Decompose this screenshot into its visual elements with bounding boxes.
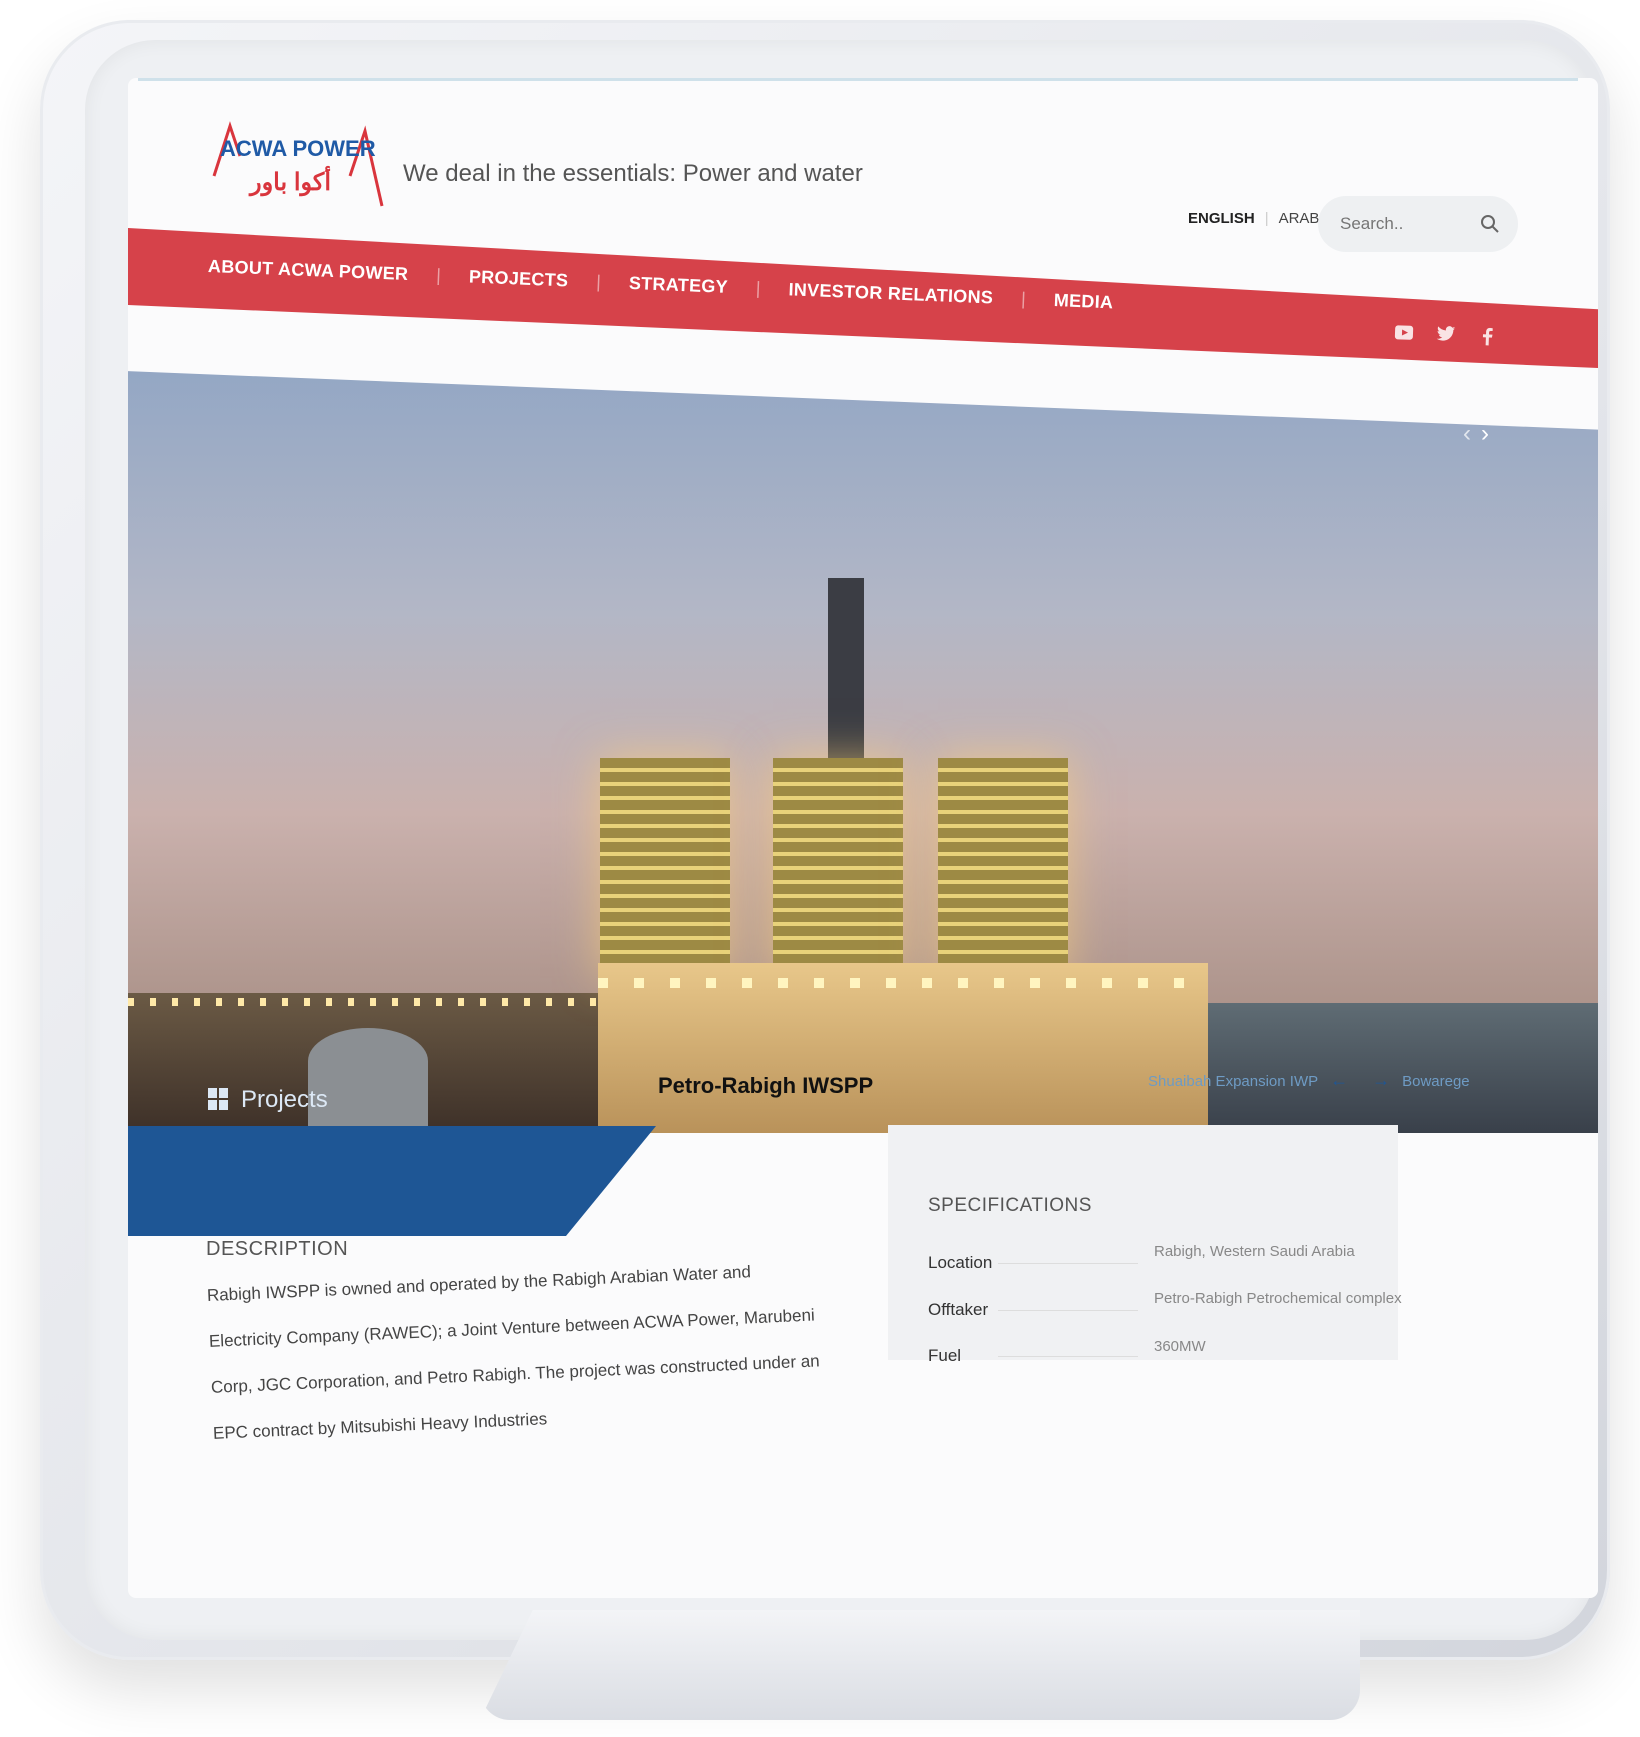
hero-industrial-right <box>1208 1003 1598 1133</box>
project-pager: Shuaibah Expansion IWP ← → Bowarege <box>1148 1070 1470 1091</box>
search-box <box>1318 196 1518 252</box>
spec-divider <box>998 1356 1138 1357</box>
nav-divider: | <box>435 265 442 286</box>
youtube-icon[interactable] <box>1394 322 1415 343</box>
nav-divider: | <box>755 278 762 299</box>
spec-label: Location <box>928 1253 993 1272</box>
hero-plant-lights <box>598 978 1208 988</box>
hero-storage-tank <box>308 1028 428 1138</box>
arrow-left-icon[interactable]: ← <box>1330 1070 1348 1090</box>
spec-value: 360MW <box>1154 1338 1206 1355</box>
next-project-link[interactable]: Bowarege <box>1402 1073 1470 1090</box>
twitter-icon[interactable] <box>1436 324 1457 345</box>
hero-power-block <box>938 758 1068 978</box>
nav-divider: | <box>595 271 602 292</box>
language-switcher: ENGLISH | ARABIC <box>1188 210 1334 227</box>
projects-label[interactable]: Projects <box>241 1086 328 1114</box>
logo-arabic-text: أكوا باور <box>250 169 331 196</box>
tagline: We deal in the essentials: Power and wat… <box>403 160 863 187</box>
lang-english-link[interactable]: ENGLISH <box>1188 210 1255 227</box>
spec-value: Rabigh, Western Saudi Arabia <box>1154 1243 1355 1260</box>
search-input[interactable] <box>1338 210 1472 238</box>
tablet-stand <box>480 1610 1360 1720</box>
hero-slider-controls: ‹ › <box>1463 420 1499 448</box>
hero-prev-arrow[interactable]: ‹ <box>1463 420 1471 447</box>
social-links <box>1394 322 1499 346</box>
spec-value: Petro-Rabigh Petrochemical complex <box>1154 1290 1402 1307</box>
hero-power-block <box>600 758 730 978</box>
nav-item-projects[interactable]: PROJECTS <box>469 266 569 291</box>
specifications-title: SPECIFICATIONS <box>928 1195 1092 1216</box>
projects-banner <box>128 1126 656 1236</box>
lang-separator: | <box>1264 210 1269 227</box>
nav-divider: | <box>1020 288 1027 309</box>
spec-label: Offtaker <box>928 1300 989 1319</box>
spec-divider <box>998 1263 1138 1264</box>
project-title: Petro-Rabigh IWSPP <box>658 1073 874 1098</box>
hero-plant-base <box>598 963 1208 1133</box>
spec-divider <box>998 1310 1138 1311</box>
spec-label: Fuel <box>928 1346 962 1365</box>
grid-icon <box>208 1088 228 1110</box>
description-title: DESCRIPTION <box>206 1238 349 1260</box>
facebook-icon[interactable] <box>1478 325 1499 346</box>
nav-item-strategy[interactable]: STRATEGY <box>629 273 729 298</box>
arrow-right-icon[interactable]: → <box>1372 1070 1390 1090</box>
hero-power-block <box>773 758 903 978</box>
prev-project-link[interactable]: Shuaibah Expansion IWP <box>1148 1073 1318 1090</box>
screen: ACWA POWER أكوا باور We deal in the esse… <box>128 78 1598 1598</box>
logo-text: ACWA POWER <box>220 136 376 161</box>
hero-next-arrow[interactable]: › <box>1481 420 1489 447</box>
description-text: Rabigh IWSPP is owned and operated by th… <box>206 1262 821 1443</box>
search-icon[interactable] <box>1480 214 1500 234</box>
acwa-power-logo[interactable]: ACWA POWER أكوا باور <box>210 116 390 216</box>
logo-arc-icon <box>212 121 384 207</box>
top-rule <box>138 78 1578 81</box>
hero-lights-left <box>128 998 598 1006</box>
nav-item-media[interactable]: MEDIA <box>1053 290 1113 313</box>
